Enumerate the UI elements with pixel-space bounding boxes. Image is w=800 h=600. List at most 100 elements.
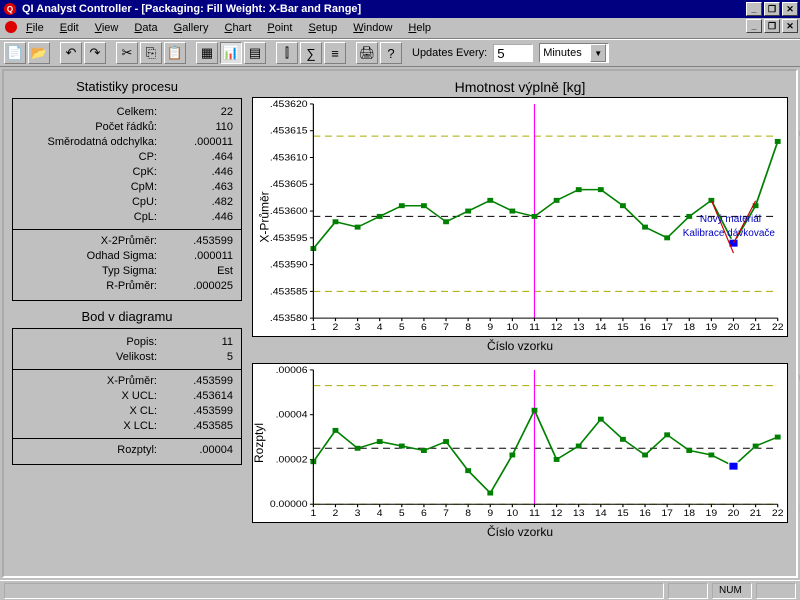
new-button[interactable]: 📄 <box>4 42 26 64</box>
xbar-ylabel: X-Průměr <box>258 191 272 242</box>
maximize-button[interactable]: ❐ <box>764 2 780 16</box>
svg-text:.453585: .453585 <box>270 287 308 297</box>
range-chart[interactable]: Rozptyl 0.00000.00002.00004.000061234567… <box>252 363 788 523</box>
stat-value: .464 <box>161 150 233 165</box>
histogram-button[interactable]: ⫿ <box>276 42 298 64</box>
svg-text:14: 14 <box>595 323 607 333</box>
stat-value: .000025 <box>161 279 233 294</box>
stat-value: .453599 <box>161 374 233 389</box>
stat-label: CpU: <box>21 195 161 210</box>
svg-text:3: 3 <box>355 323 361 333</box>
redo-button[interactable]: ↷ <box>84 42 106 64</box>
stat-label: Popis: <box>21 335 161 350</box>
svg-text:19: 19 <box>706 509 718 519</box>
stat-label: X-2Průměr: <box>21 234 161 249</box>
mdi-minimize-button[interactable]: _ <box>746 19 762 33</box>
stat-value: .482 <box>161 195 233 210</box>
svg-text:10: 10 <box>507 509 519 519</box>
stat-value: .000011 <box>161 249 233 264</box>
svg-text:.453580: .453580 <box>270 314 308 324</box>
cut-button[interactable]: ✂ <box>116 42 138 64</box>
stat-label: X-Průměr: <box>21 374 161 389</box>
svg-text:15: 15 <box>617 323 629 333</box>
stat-row: X-Průměr:.453599 <box>21 374 233 389</box>
svg-text:18: 18 <box>683 509 695 519</box>
stat-value: Est <box>161 264 233 279</box>
menu-edit[interactable]: Edit <box>52 20 87 36</box>
svg-text:10: 10 <box>507 323 519 333</box>
svg-text:12: 12 <box>551 323 563 333</box>
stat-label: X CL: <box>21 404 161 419</box>
paste-button[interactable]: 📋 <box>164 42 186 64</box>
menu-chart[interactable]: Chart <box>216 20 259 36</box>
stat-label: CpL: <box>21 210 161 225</box>
view1-button[interactable]: ▦ <box>196 42 218 64</box>
svg-text:15: 15 <box>617 509 629 519</box>
stat-label: Směrodatná odchylka: <box>21 135 161 150</box>
stat-label: Počet řádků: <box>21 120 161 135</box>
svg-text:22: 22 <box>772 509 784 519</box>
menubar: File Edit View Data Gallery Chart Point … <box>0 18 800 39</box>
mdi-close-button[interactable]: ✕ <box>782 19 798 33</box>
menu-data[interactable]: Data <box>126 20 165 36</box>
chart-title: Hmotnost výplně [kg] <box>252 79 788 95</box>
status-caps <box>668 583 708 599</box>
stats-button[interactable]: ∑ <box>300 42 322 64</box>
stat-value: .000011 <box>161 135 233 150</box>
app-icon: Q <box>2 1 18 17</box>
mdi-icon[interactable] <box>4 20 18 36</box>
svg-text:19: 19 <box>706 323 718 333</box>
stat-value: .453585 <box>161 419 233 434</box>
range-ylabel: Rozptyl <box>252 423 266 463</box>
close-button[interactable]: ✕ <box>782 2 798 16</box>
svg-text:11: 11 <box>529 509 540 519</box>
svg-text:2: 2 <box>333 509 339 519</box>
print-button[interactable]: 🖨 <box>356 42 378 64</box>
stat-row: Typ Sigma:Est <box>21 264 233 279</box>
stat-value: 5 <box>161 350 233 365</box>
undo-button[interactable]: ↶ <box>60 42 82 64</box>
stat-row: Směrodatná odchylka:.000011 <box>21 135 233 150</box>
stat-row: X UCL:.453614 <box>21 389 233 404</box>
svg-text:18: 18 <box>683 323 695 333</box>
grid-view-button[interactable]: ▤ <box>244 42 266 64</box>
svg-text:.453605: .453605 <box>270 180 308 190</box>
svg-text:.00006: .00006 <box>276 366 308 376</box>
updates-value-input[interactable] <box>493 44 533 62</box>
svg-text:1: 1 <box>310 323 316 333</box>
svg-text:16: 16 <box>639 323 651 333</box>
stat-row: X CL:.453599 <box>21 404 233 419</box>
help-button[interactable]: ? <box>380 42 402 64</box>
stat-value: 22 <box>161 105 233 120</box>
svg-text:7: 7 <box>443 509 449 519</box>
copy-button[interactable]: ⎘ <box>140 42 162 64</box>
menu-gallery[interactable]: Gallery <box>166 20 217 36</box>
menu-file[interactable]: File <box>18 20 52 36</box>
svg-text:4: 4 <box>377 323 383 333</box>
limits-button[interactable]: ≡ <box>324 42 346 64</box>
xbar-annot2: Kalibrace dávkovače <box>683 228 775 239</box>
stat-row: CpM:.463 <box>21 180 233 195</box>
stat-row: X-2Průměr:.453599 <box>21 234 233 249</box>
menu-view[interactable]: View <box>87 20 127 36</box>
chart-view-button[interactable]: 📊 <box>220 42 242 64</box>
xbar-xlabel: Číslo vzorku <box>252 339 788 353</box>
updates-unit-select[interactable]: Minutes <box>539 43 609 63</box>
menu-setup[interactable]: Setup <box>301 20 346 36</box>
svg-text:8: 8 <box>465 323 471 333</box>
stat-row: Celkem:22 <box>21 105 233 120</box>
window-buttons: _ ❐ ✕ <box>746 2 798 16</box>
menu-help[interactable]: Help <box>400 20 439 36</box>
mdi-maximize-button[interactable]: ❐ <box>764 19 780 33</box>
left-panel: Statistiky procesu Celkem:22Počet řádků:… <box>12 79 242 568</box>
minimize-button[interactable]: _ <box>746 2 762 16</box>
menu-window[interactable]: Window <box>345 20 400 36</box>
right-panel: Hmotnost výplně [kg] X-Průměr .453580 .45… <box>252 79 788 568</box>
xbar-chart[interactable]: X-Průměr .453580.453585.453590.453595.45… <box>252 97 788 337</box>
menu-point[interactable]: Point <box>259 20 300 36</box>
svg-text:2: 2 <box>333 323 339 333</box>
open-button[interactable]: 📂 <box>28 42 50 64</box>
stat-row: R-Průměr:.000025 <box>21 279 233 294</box>
window-title: QI Analyst Controller - [Packaging: Fill… <box>22 3 746 15</box>
svg-text:20: 20 <box>728 323 740 333</box>
